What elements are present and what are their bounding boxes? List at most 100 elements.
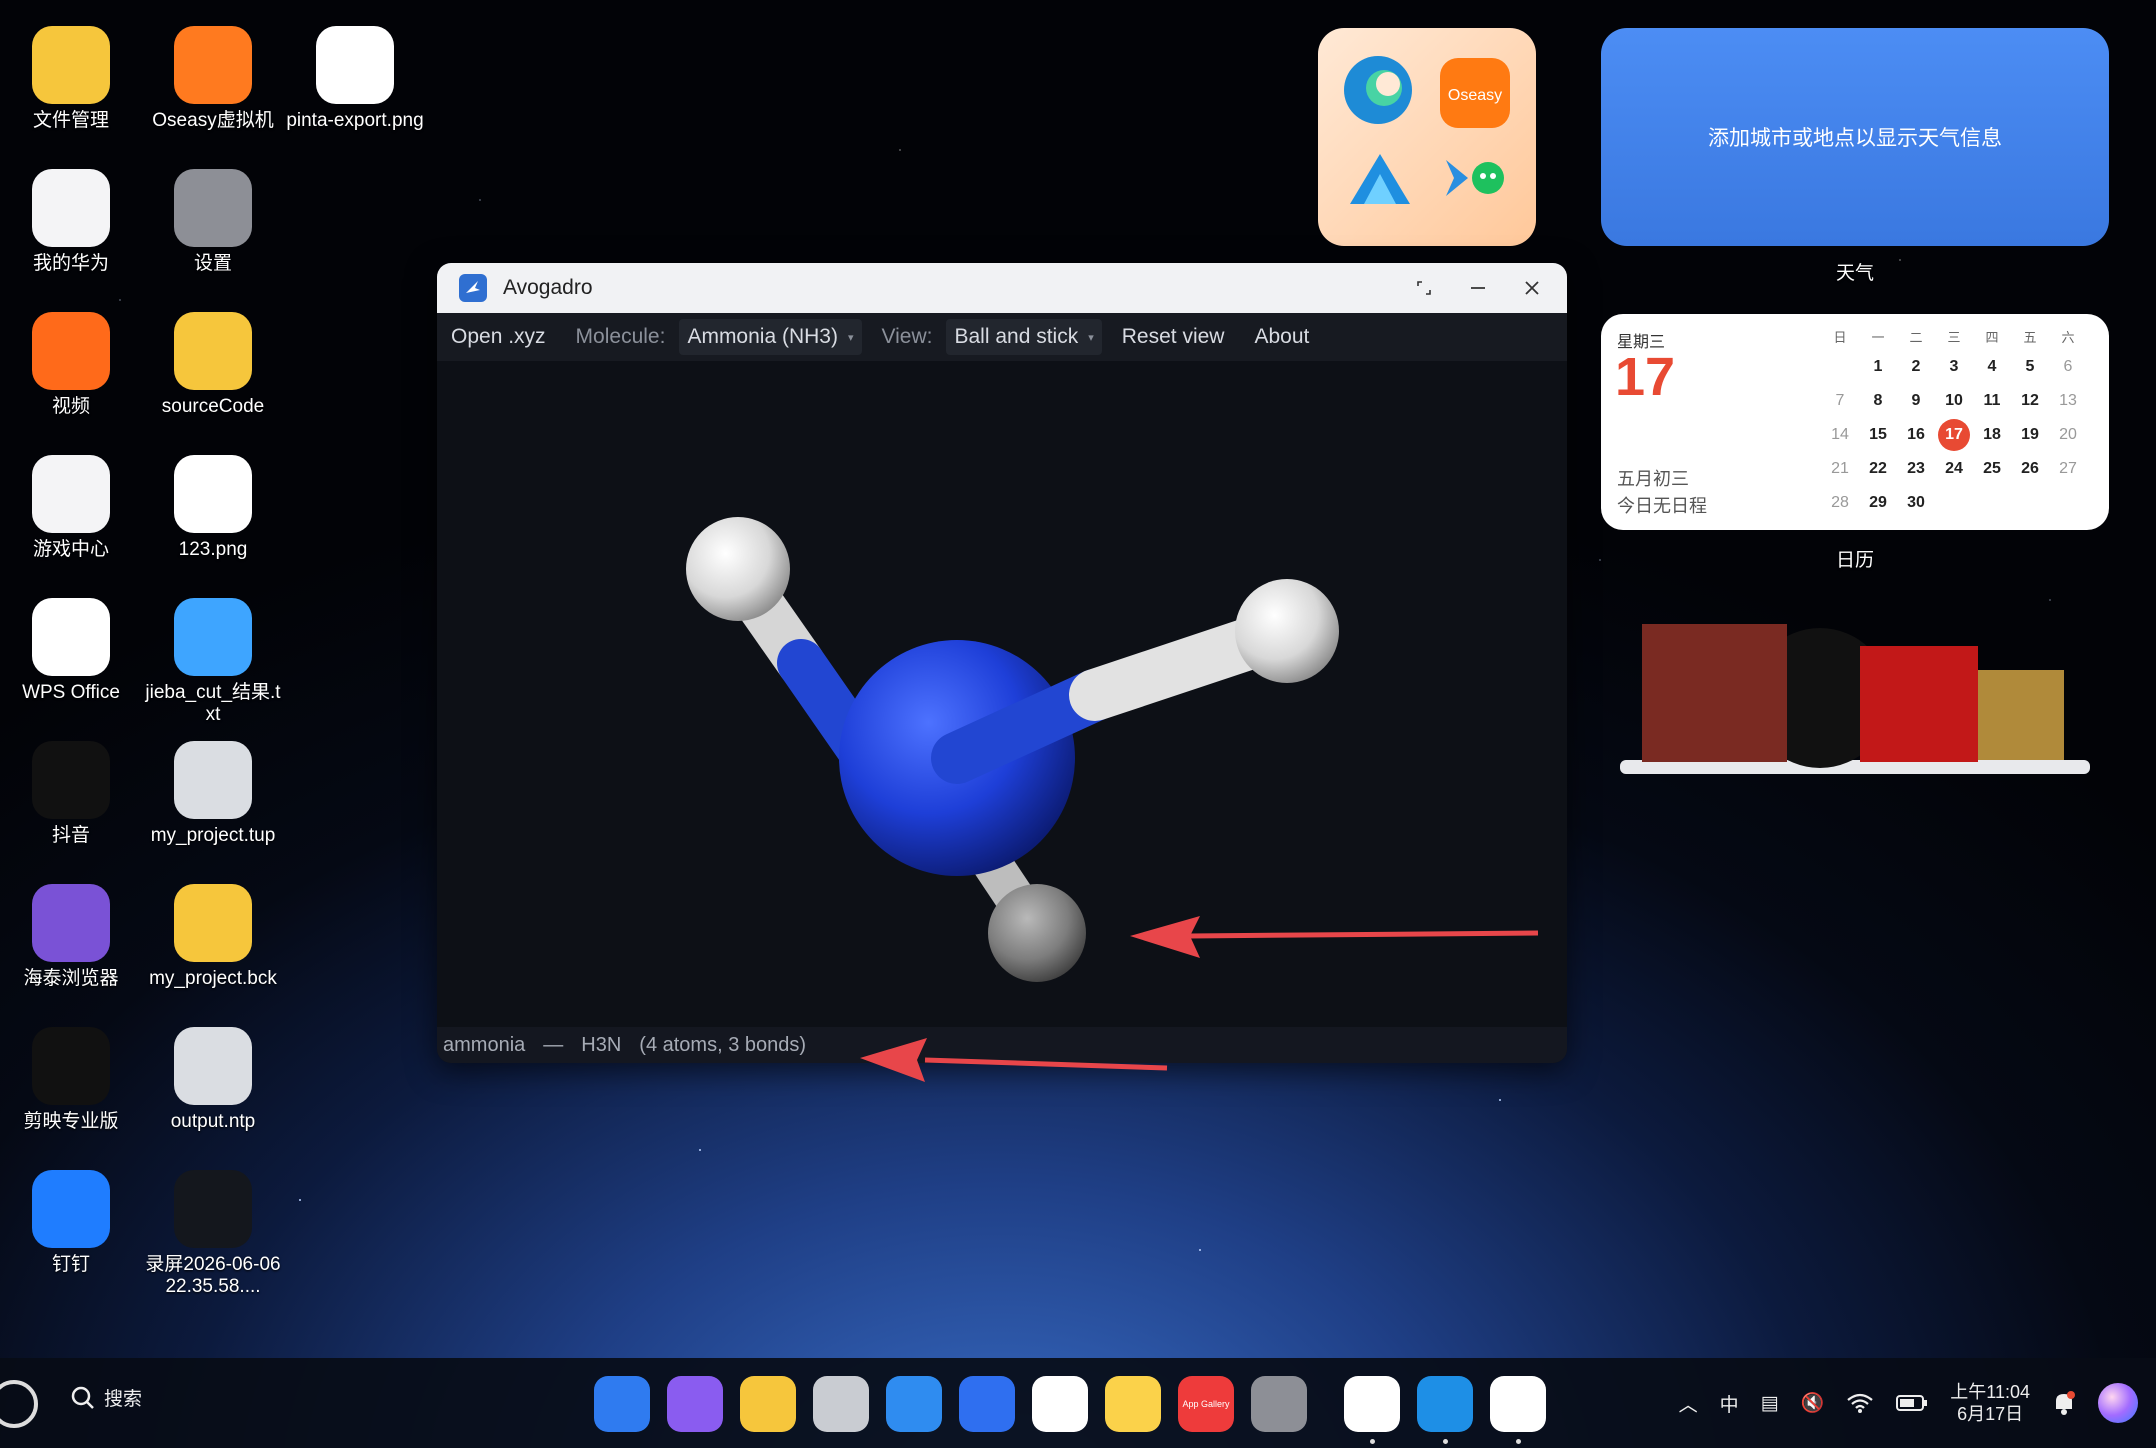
desktop-icon[interactable]: output.ntp [143,1027,283,1133]
avogadro-icon[interactable] [1490,1376,1546,1444]
hydrogen-atom-1[interactable] [686,517,790,621]
hydrogen-atom-2[interactable] [1235,579,1339,683]
oseasy-icon[interactable]: Oseasy [1440,58,1510,128]
unknown-file-icon [174,1027,252,1105]
calendar-date-cell[interactable]: 12 [2011,392,2049,410]
desktop-icon[interactable]: 文件管理 [1,26,141,132]
desktop-icon[interactable]: 视频 [1,312,141,418]
calendar-date-cell[interactable]: 9 [1897,392,1935,410]
desktop-icon[interactable]: 设置 [143,169,283,275]
desktop-icon[interactable]: WPS Office [1,598,141,704]
album-cover-3[interactable] [1978,670,2064,760]
browser-icon[interactable] [886,1376,942,1432]
calendar-date-cell[interactable]: 6 [2049,358,2087,376]
calendar-date-cell[interactable]: 7 [1821,392,1859,410]
calendar-date-cell[interactable]: 28 [1821,494,1859,512]
desktop-icon[interactable]: 123.png [143,455,283,561]
desktop-icon[interactable]: 剪映专业版 [1,1027,141,1133]
calendar-date-cell[interactable]: 5 [2011,358,2049,376]
memo-icon[interactable] [1105,1376,1161,1432]
calendar-date-cell[interactable]: 10 [1935,392,1973,410]
wps-icon[interactable] [1344,1376,1400,1444]
calendar-date-cell[interactable]: 21 [1821,460,1859,478]
gallery-icon[interactable] [1032,1376,1088,1432]
calendar-date-cell[interactable]: 16 [1897,426,1935,444]
images-icon[interactable] [1417,1376,1473,1444]
multitask-icon[interactable] [667,1376,723,1432]
molecule-viewport[interactable] [437,361,1567,1027]
view-select[interactable]: Ball and stick ▾ [946,319,1102,355]
calendar-date-cell[interactable]: 13 [2049,392,2087,410]
calendar-date-cell[interactable]: 24 [1935,460,1973,478]
music-widget[interactable] [1620,610,2090,790]
vscode-icon[interactable] [1446,160,1468,196]
trash-icon[interactable] [813,1376,869,1432]
mute-icon[interactable]: 🔇 [1801,1391,1825,1415]
desktop-icon[interactable]: pinta-export.png [285,26,425,132]
chevron-up-icon[interactable]: ︿ [1679,1390,1698,1417]
open-xyz-button[interactable]: Open .xyz [441,319,556,355]
calendar-date-cell[interactable]: 17 [1935,419,1973,451]
wechat-icon[interactable] [1472,162,1504,194]
app-grid-icon[interactable] [594,1376,650,1432]
desktop-icon[interactable]: 录屏2026-06-06 22.35.58.... [143,1170,283,1298]
mail-icon[interactable] [959,1376,1015,1432]
notification-bell-icon[interactable] [2052,1390,2076,1416]
notes-icon[interactable] [740,1376,796,1432]
app-icon[interactable] [1350,154,1410,204]
settings-icon[interactable] [1251,1376,1307,1432]
search-button[interactable]: 搜索 [70,1384,142,1411]
desktop-icon[interactable]: 我的华为 [1,169,141,275]
clipboard-icon[interactable]: ▤ [1761,1392,1779,1415]
calendar-date-cell[interactable]: 8 [1859,392,1897,410]
desktop-icon[interactable]: my_project.tup [143,741,283,847]
minimize-icon[interactable] [1461,271,1495,305]
desktop-icon[interactable]: sourceCode [143,312,283,418]
reset-view-button[interactable]: Reset view [1112,319,1235,355]
desktop-icon[interactable]: 抖音 [1,741,141,847]
battery-icon[interactable] [1896,1393,1928,1413]
album-cover-1[interactable] [1642,624,1787,762]
calendar-date-cell[interactable]: 14 [1821,426,1859,444]
desktop-icon[interactable]: Oseasy虚拟机 [143,26,283,132]
calendar-date-cell[interactable]: 11 [1973,392,2011,410]
calendar-date-cell[interactable]: 1 [1859,358,1897,376]
calendar-date-cell[interactable]: 22 [1859,460,1897,478]
calendar-date-cell[interactable]: 27 [2049,460,2087,478]
ime-indicator[interactable]: 中 [1720,1390,1739,1417]
fullscreen-icon[interactable] [1407,271,1441,305]
calendar-date-cell[interactable]: 19 [2011,426,2049,444]
calendar-date-cell[interactable]: 30 [1897,494,1935,512]
desktop-icon[interactable]: 游戏中心 [1,455,141,561]
album-cover-2[interactable] [1860,646,1978,762]
calendar-date-cell[interactable]: 2 [1897,358,1935,376]
molecule-select[interactable]: Ammonia (NH3) ▾ [679,319,862,355]
calendar-date-cell[interactable]: 25 [1973,460,2011,478]
calendar-date-cell[interactable]: 15 [1859,426,1897,444]
appgallery-icon[interactable]: App Gallery [1178,1376,1234,1432]
calendar-date-cell[interactable]: 23 [1897,460,1935,478]
wifi-icon[interactable] [1846,1392,1874,1414]
calendar-date-cell[interactable]: 29 [1859,494,1897,512]
calendar-date-cell[interactable]: 26 [2011,460,2049,478]
desktop-icon[interactable]: my_project.bck [143,884,283,990]
desktop-icon[interactable]: 钉钉 [1,1170,141,1276]
calendar-date-cell[interactable]: 20 [2049,426,2087,444]
app-folder-widget[interactable]: Oseasy [1318,28,1536,246]
assistant-orb-icon[interactable] [2098,1383,2138,1423]
calendar-date-cell[interactable]: 18 [1973,426,2011,444]
about-button[interactable]: About [1244,319,1319,355]
window-titlebar[interactable]: Avogadro [437,263,1567,313]
desktop-icon[interactable]: 海泰浏览器 [1,884,141,990]
calendar-widget[interactable]: 星期三 17 五月初三 今日无日程 日一二三四五六 1 2 3 4 5 6 7 8 9 10 11 12… [1601,314,2109,530]
calendar-date-cell[interactable]: 3 [1935,358,1973,376]
close-icon[interactable] [1515,271,1549,305]
desktop-icon[interactable]: jieba_cut_结果.txt [143,598,283,726]
start-button[interactable] [0,1380,38,1428]
hydrogen-atom-3[interactable] [988,884,1086,982]
avogadro-window[interactable]: Avogadro Open .xyz Molecule: Ammonia (NH… [437,263,1567,1063]
calendar-date-cell[interactable]: 4 [1973,358,2011,376]
clock[interactable]: 上午11:04 6月17日 [1950,1381,2030,1425]
weather-widget[interactable]: 添加城市或地点以显示天气信息 [1601,28,2109,246]
edge-icon[interactable] [1344,56,1412,124]
